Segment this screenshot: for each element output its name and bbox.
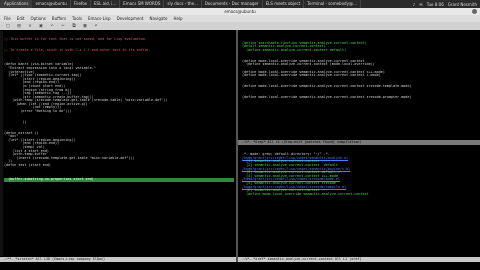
- taskbar-item[interactable]: sly docs - the...: [164, 0, 202, 8]
- window-title: emacs@ubuntu: [224, 9, 256, 14]
- menu-bar: File Edit Options Buffers Tools Emacs-Li…: [0, 15, 480, 22]
- code-block: (defun banrx (via-bitset variable) "Extr…: [4, 60, 234, 171]
- mail-icon[interactable]: ✉: [419, 2, 422, 7]
- close-icon[interactable]: ✕: [26, 23, 34, 29]
- code-block: -*- mode: grep; default-directory: "~/" …: [242, 153, 478, 196]
- taskbar-item[interactable]: ELS meets object: [263, 0, 305, 8]
- menu-buffers[interactable]: Buffers: [52, 15, 66, 22]
- menu-options[interactable]: Options: [30, 15, 45, 22]
- clock[interactable]: Tue 8:06: [427, 2, 444, 7]
- right-top-modeline[interactable]: -:%*- *Grep* All L1 (Grep:exit [matches …: [238, 140, 480, 145]
- taskbar-item[interactable]: Firefox: [71, 0, 92, 8]
- left-fringe: [0, 31, 3, 256]
- window-titlebar: emacs@ubuntu: [0, 8, 480, 15]
- system-tray: ♪ ✉ Tue 8:06 Grant Nesmith: [413, 2, 480, 7]
- undo-icon[interactable]: ↶: [48, 23, 56, 29]
- taskbar-item[interactable]: Emacs SM WORDS: [120, 0, 165, 8]
- cut-icon[interactable]: ✂: [59, 23, 67, 29]
- copy-icon[interactable]: ⧉: [70, 23, 78, 29]
- cursor-line[interactable]: (buffer-substring-no-properties start en…: [4, 178, 234, 182]
- menu-emacs-lisp[interactable]: Emacs-Lisp: [88, 15, 111, 22]
- menu-edit[interactable]: Edit: [17, 15, 25, 22]
- save-icon[interactable]: ▣: [37, 23, 45, 29]
- user-name[interactable]: Grant Nesmith: [448, 2, 477, 7]
- comment-line: ;; This buffer is for text that is not s…: [4, 37, 147, 42]
- menu-tools[interactable]: Tools: [72, 15, 82, 22]
- code-block: (define searchable-function semantic-ana…: [242, 38, 478, 99]
- applications-menu[interactable]: Applications: [0, 0, 33, 8]
- menu-development[interactable]: Development: [117, 15, 144, 22]
- vertical-window-divider[interactable]: [236, 30, 238, 263]
- menu-navigate[interactable]: Navigate: [150, 15, 168, 22]
- echo-area: [0, 262, 480, 270]
- paste-icon[interactable]: ▦: [81, 23, 89, 29]
- comment-line: ;; To create a file, visit it with C-x C…: [4, 47, 151, 52]
- search-icon[interactable]: ⌕: [92, 23, 100, 29]
- menu-help[interactable]: Help: [173, 15, 182, 22]
- taskbar-item[interactable]: ESL aid, i...: [91, 0, 121, 8]
- taskbar-item[interactable]: Terminal - somebody@...: [304, 0, 361, 8]
- menu-file[interactable]: File: [4, 15, 11, 22]
- code-line: (define mode-local-override semantic-ana…: [242, 94, 412, 99]
- new-file-icon[interactable]: □: [4, 23, 12, 29]
- open-folder-icon[interactable]: ▤: [15, 23, 23, 29]
- close-window-icon[interactable]: [472, 9, 477, 14]
- right-bottom-pane[interactable]: -*- mode: grep; default-directory: "~/" …: [242, 146, 478, 256]
- taskbar-item[interactable]: Documents - Doc manager: [202, 0, 263, 8]
- code-line: (define mode-local override semantic-ana…: [242, 191, 369, 196]
- system-taskbar: Applications emacs@ubuntu Firefox ESL ai…: [0, 0, 480, 8]
- sound-icon[interactable]: ♪: [413, 2, 416, 7]
- toolbar: □ ▤ ✕ ▣ ↶ ✂ ⧉ ▦ ⌕: [0, 22, 480, 30]
- taskbar-item[interactable]: emacs@ubuntu: [32, 0, 71, 8]
- left-editor-pane[interactable]: ;; This buffer is for text that is not s…: [4, 31, 234, 256]
- right-top-pane[interactable]: (define searchable-function semantic-ana…: [242, 31, 478, 139]
